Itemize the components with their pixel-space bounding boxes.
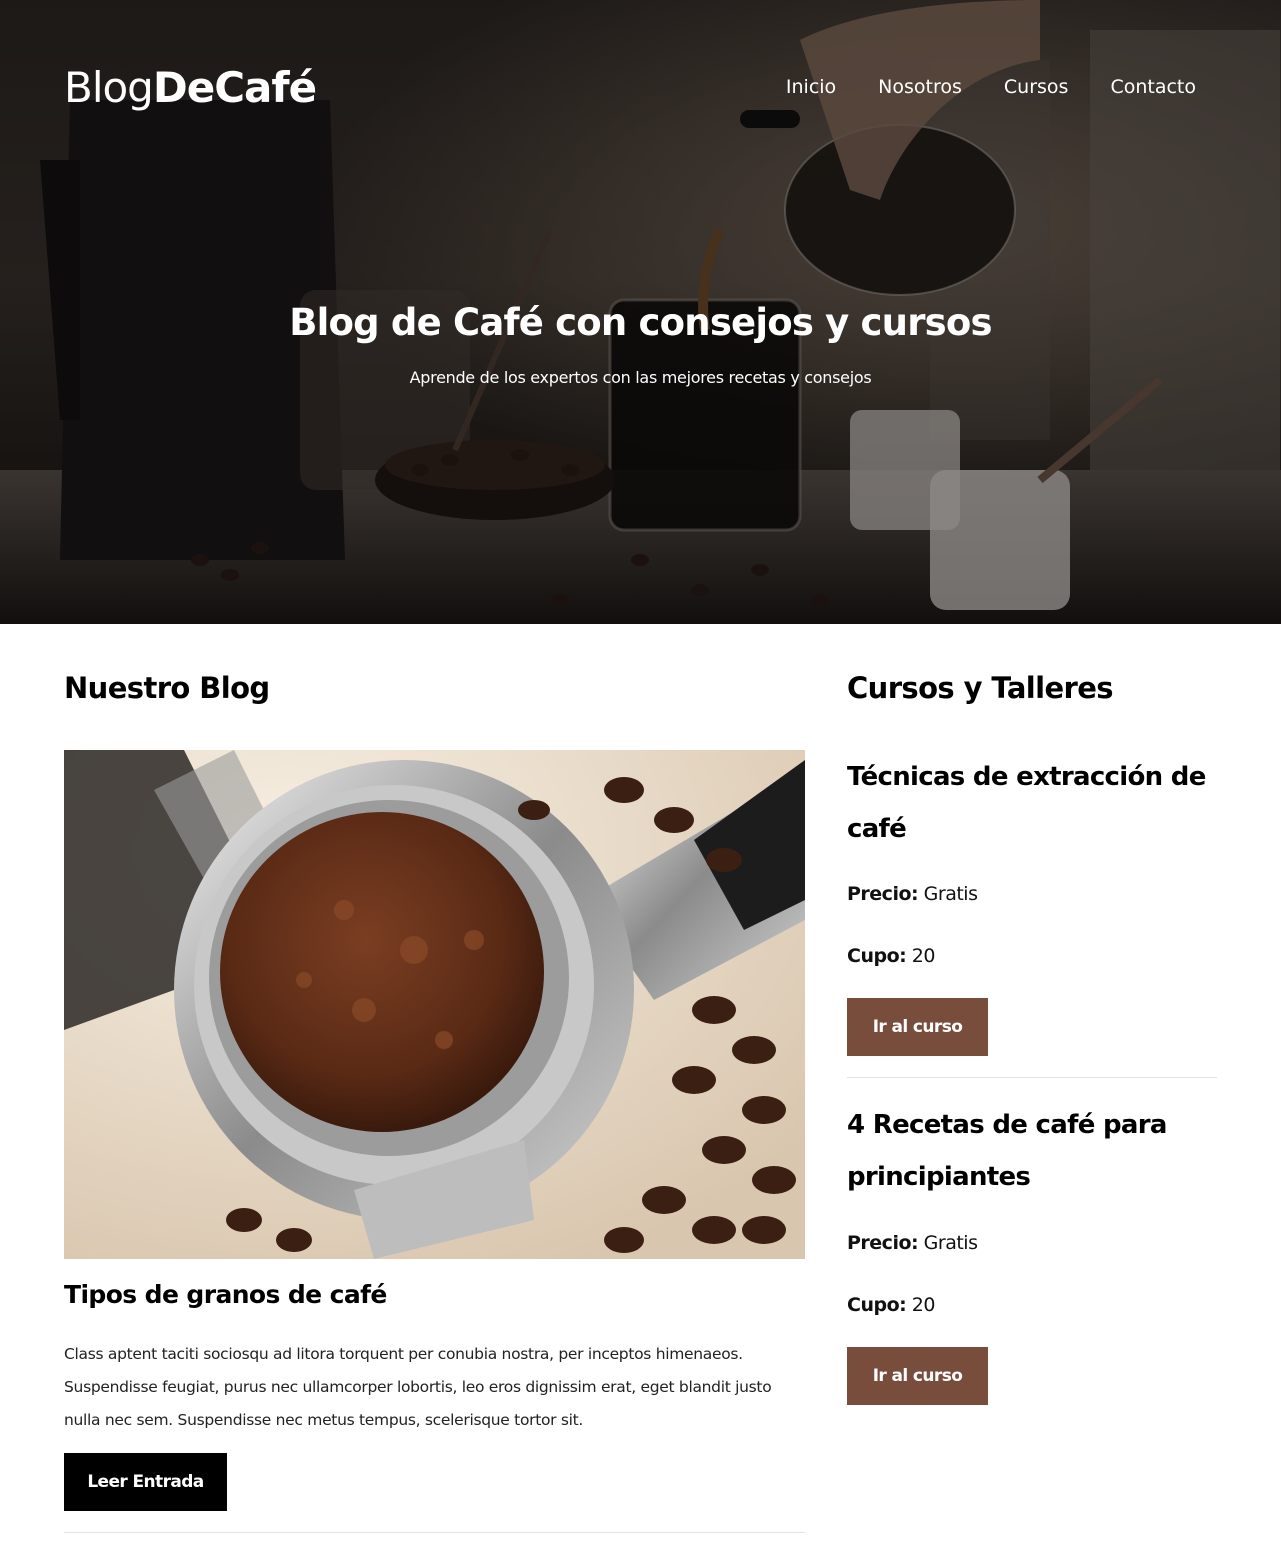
post-excerpt: Class aptent taciti sociosqu ad litora t… xyxy=(64,1345,772,1429)
go-to-course-button[interactable]: Ir al curso xyxy=(847,1347,988,1405)
price-value: Gratis xyxy=(923,1232,978,1254)
course-price: Precio: Gratis xyxy=(847,1230,978,1256)
hero-title: Blog de Café con consejos y cursos xyxy=(289,301,992,344)
main-navigation: Inicio Nosotros Cursos Contacto xyxy=(786,74,1196,100)
portafilter-coffee-image xyxy=(64,750,805,1259)
read-post-button[interactable]: Leer Entrada xyxy=(64,1453,227,1511)
course-quota: Cupo: 20 xyxy=(847,943,935,969)
course-divider xyxy=(847,1077,1217,1078)
post-title: Tipos de granos de café xyxy=(64,1280,387,1309)
quota-label: Cupo: xyxy=(847,945,907,967)
nav-link-inicio[interactable]: Inicio xyxy=(786,74,836,100)
logo-text-light: Blog xyxy=(64,63,154,112)
quota-value: 20 xyxy=(911,1294,936,1316)
course-price: Precio: Gratis xyxy=(847,881,978,907)
blog-heading: Nuestro Blog xyxy=(64,671,270,705)
hero-subtitle: Aprende de los expertos con las mejores … xyxy=(409,368,872,387)
post-divider xyxy=(64,1532,805,1533)
quota-value: 20 xyxy=(911,945,936,967)
courses-heading: Cursos y Talleres xyxy=(847,671,1114,705)
price-value: Gratis xyxy=(923,883,978,905)
course-quota: Cupo: 20 xyxy=(847,1292,935,1318)
nav-link-cursos[interactable]: Cursos xyxy=(1004,74,1069,100)
hero-header: BlogDeCafé Inicio Nosotros Cursos Contac… xyxy=(0,0,1281,624)
price-label: Precio: xyxy=(847,883,919,905)
nav-link-contacto[interactable]: Contacto xyxy=(1110,74,1196,100)
course-title: 4 Recetas de café para principiantes xyxy=(847,1110,1167,1192)
logo-text-bold: DeCafé xyxy=(152,63,317,112)
site-logo[interactable]: BlogDeCafé xyxy=(64,62,317,114)
price-label: Precio: xyxy=(847,1232,919,1254)
nav-link-nosotros[interactable]: Nosotros xyxy=(878,74,962,100)
course-title: Técnicas de extracción de café xyxy=(847,762,1206,844)
post-image xyxy=(64,750,805,1259)
go-to-course-button[interactable]: Ir al curso xyxy=(847,998,988,1056)
quota-label: Cupo: xyxy=(847,1294,907,1316)
